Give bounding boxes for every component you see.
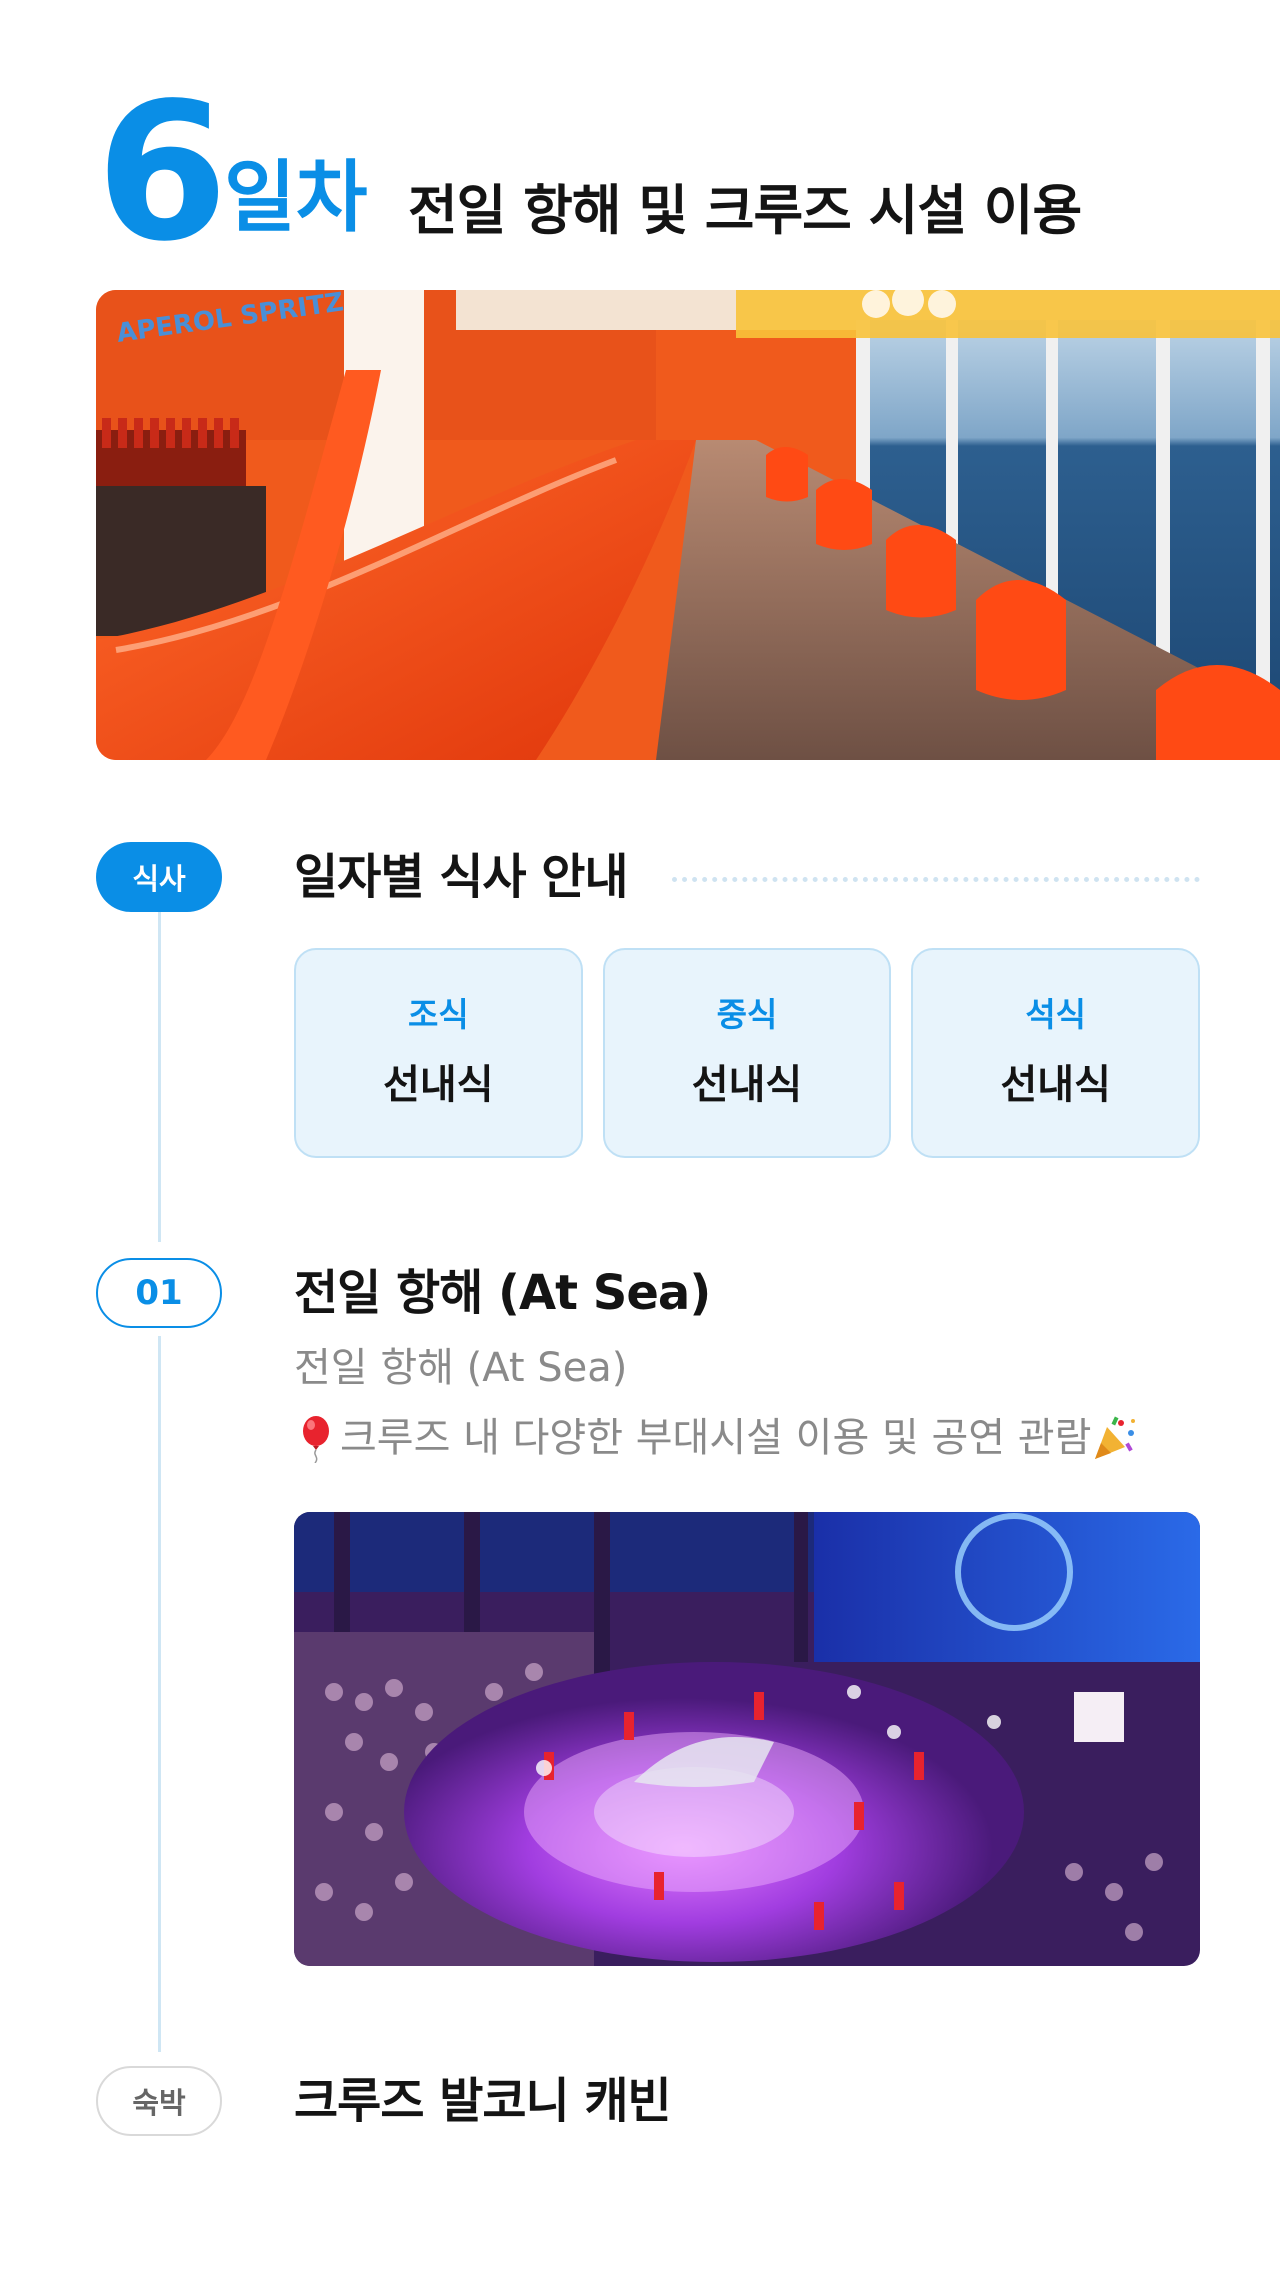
step-title: 전일 항해 (At Sea) — [294, 1265, 711, 1321]
show-illustration — [294, 1512, 1200, 1966]
hero-image-bar-seaview: APEROL SPRITZ — [96, 290, 1280, 760]
timeline-line — [158, 912, 161, 1242]
step-description: 크루즈 내 다양한 부대시설 이용 및 공연 관람 — [294, 1410, 1137, 1466]
meal-badge: 식사 — [96, 842, 222, 912]
hero-illustration: APEROL SPRITZ — [96, 290, 1280, 760]
stay-badge: 숙박 — [96, 2066, 222, 2136]
step-subtitle: 전일 항해 (At Sea) — [294, 1345, 628, 1391]
day-number: 6 — [96, 62, 228, 283]
dotted-divider — [672, 877, 1200, 882]
day-header: 6 일차 전일 항해 및 크루즈 시설 이용 — [96, 62, 1216, 283]
meal-section-title: 일자별 식사 안내 — [294, 849, 629, 905]
meal-card-breakfast: 조식 선내식 — [294, 948, 583, 1158]
meal-label: 중식 — [716, 995, 778, 1034]
meal-cards: 조식 선내식 중식 선내식 석식 선내식 — [294, 948, 1201, 1158]
party-popper-icon — [1095, 1416, 1136, 1459]
day-title: 전일 항해 및 크루즈 시설 이용 — [408, 179, 1082, 242]
meal-value: 선내식 — [1000, 1062, 1111, 1108]
meal-label: 조식 — [407, 995, 469, 1034]
meal-value: 선내식 — [691, 1062, 803, 1108]
show-image-theater — [294, 1512, 1200, 1966]
meal-value: 선내식 — [383, 1062, 494, 1108]
meal-label: 석식 — [1025, 995, 1087, 1034]
timeline-line — [158, 1336, 161, 2052]
step-number-badge: 01 — [96, 1258, 222, 1328]
balloon-icon — [303, 1416, 329, 1463]
day-suffix: 일차 — [224, 153, 368, 243]
meal-card-lunch: 중식 선내식 — [602, 948, 892, 1158]
meal-card-dinner: 석식 선내식 — [911, 948, 1201, 1158]
stay-title: 크루즈 발코니 캐빈 — [294, 2073, 672, 2129]
step-description-text: 크루즈 내 다양한 부대시설 이용 및 공연 관람 — [340, 1415, 1092, 1461]
